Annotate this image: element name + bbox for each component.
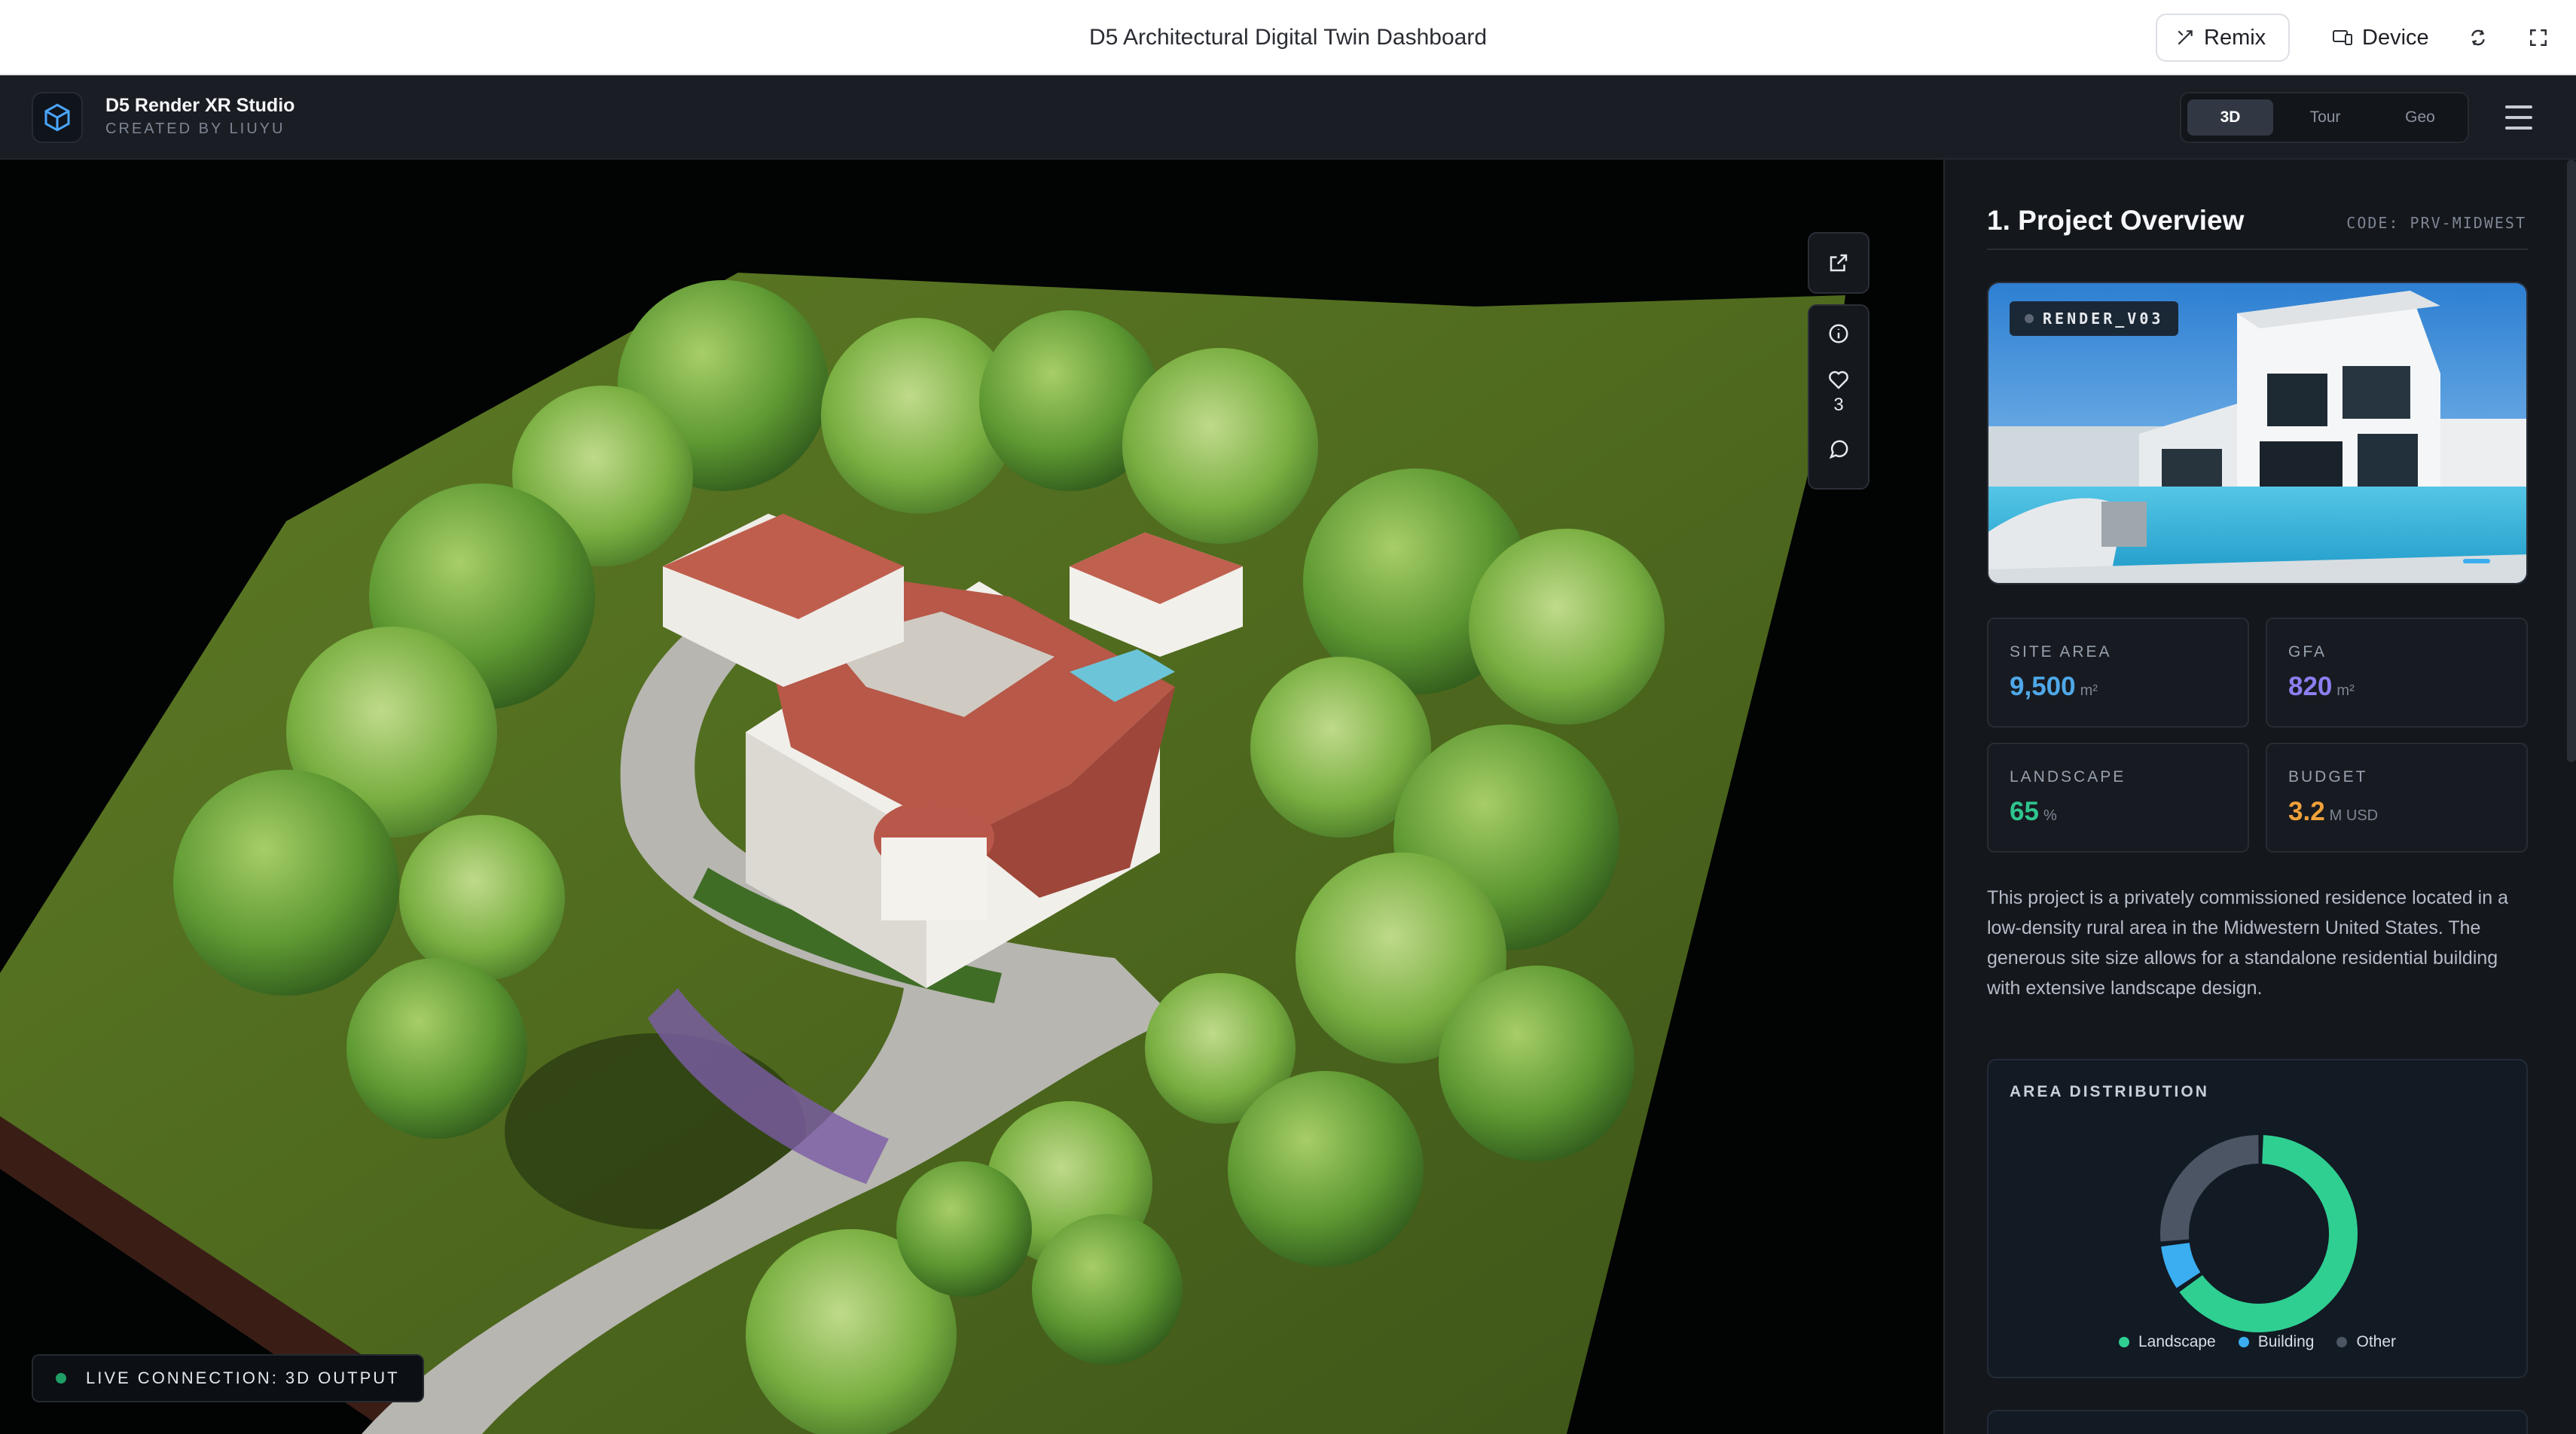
heart-icon[interactable] xyxy=(1827,369,1850,392)
remix-label: Remix xyxy=(2204,25,2266,50)
legend-dot xyxy=(2336,1337,2348,1347)
tab-geo[interactable]: Geo xyxy=(2377,99,2463,136)
stat-label: BUDGET xyxy=(2288,768,2368,786)
stat-number: 820 xyxy=(2288,672,2333,701)
share-icon xyxy=(1830,254,1848,272)
divider xyxy=(1987,249,2528,250)
expand-icon xyxy=(2530,29,2547,46)
refresh-icon xyxy=(2471,29,2485,46)
app-logo xyxy=(32,92,83,143)
area-donut-chart xyxy=(2160,1135,2358,1332)
stat-unit: m² xyxy=(2080,682,2098,699)
donut-slice-other xyxy=(2160,1135,2260,1242)
cube-icon xyxy=(44,103,70,132)
remix-button[interactable]: Remix xyxy=(2156,14,2290,62)
view-mode-switcher: 3D Tour Geo xyxy=(2180,92,2469,143)
project-code: CODE: PRV-MIDWEST xyxy=(2346,214,2526,232)
stat-site-area: SITE AREA 9,500 m² xyxy=(1987,618,2249,728)
area-distribution-card: AREA DISTRIBUTION Landscape Building Oth… xyxy=(1987,1059,2528,1378)
stat-unit: % xyxy=(2043,807,2057,824)
stat-number: 3.2 xyxy=(2288,797,2325,826)
badge-dot xyxy=(2025,314,2034,323)
stat-value: 65% xyxy=(2010,797,2057,827)
app-header: D5 Render XR Studio CREATED BY LIUYU 3D … xyxy=(0,75,2576,160)
stat-unit: m² xyxy=(2336,682,2355,699)
preview-topbar: D5 Architectural Digital Twin Dashboard … xyxy=(0,0,2576,75)
render-version-badge: RENDER_V03 xyxy=(2010,301,2179,336)
panel-scrollbar[interactable] xyxy=(2567,160,2576,762)
brand-name: D5 Render XR Studio xyxy=(105,95,295,116)
stat-label: SITE AREA xyxy=(2010,643,2112,661)
live-status-text: LIVE CONNECTION: 3D OUTPUT xyxy=(86,1368,400,1387)
render-preview[interactable]: RENDER_V03 xyxy=(1987,282,2528,584)
legend-dot xyxy=(2238,1337,2249,1347)
stat-label: GFA xyxy=(2288,643,2327,661)
tab-3d[interactable]: 3D xyxy=(2187,99,2273,136)
3d-viewport[interactable]: 3 LIVE CONNECTION: 3D OUTPUT xyxy=(0,160,1943,1434)
tab-tour[interactable]: Tour xyxy=(2282,99,2368,136)
stat-gfa: GFA 820 m² xyxy=(2266,618,2528,728)
interaction-stack: 3 xyxy=(1808,304,1869,490)
stat-value: 820 m² xyxy=(2288,672,2355,702)
like-count: 3 xyxy=(1833,395,1844,415)
estate-model-render xyxy=(0,273,1845,1434)
stat-number: 65 xyxy=(2010,797,2039,826)
menu-icon-bar xyxy=(2505,116,2532,119)
brand-subtitle: CREATED BY LIUYU xyxy=(105,121,285,137)
legend-item-building: Building xyxy=(2238,1333,2315,1351)
legend-label: Landscape xyxy=(2138,1333,2216,1350)
comment-icon[interactable] xyxy=(1827,438,1850,461)
legend-label: Other xyxy=(2356,1333,2397,1350)
legend-label: Building xyxy=(2257,1333,2315,1350)
menu-icon-bar xyxy=(2505,105,2532,108)
fullscreen-button[interactable] xyxy=(2514,14,2562,62)
donut-slice-building xyxy=(2161,1242,2201,1289)
legend-dot xyxy=(2118,1337,2129,1347)
legend-item-landscape: Landscape xyxy=(2118,1333,2216,1351)
project-panel[interactable]: 1. Project Overview CODE: PRV-MIDWEST RE… xyxy=(1943,160,2576,1434)
device-label: Device xyxy=(2362,25,2429,50)
stat-value: 3.2 M USD xyxy=(2288,797,2378,827)
app-root: D5 Architectural Digital Twin Dashboard … xyxy=(0,0,2576,1434)
next-section-card xyxy=(1987,1410,2528,1434)
stat-value: 9,500 m² xyxy=(2010,672,2098,702)
panel-title: 1. Project Overview xyxy=(1987,205,2245,236)
legend-item-other: Other xyxy=(2336,1333,2396,1351)
menu-button[interactable] xyxy=(2502,101,2535,134)
refresh-button[interactable] xyxy=(2454,14,2502,62)
stat-budget: BUDGET 3.2 M USD xyxy=(2266,743,2528,853)
stat-number: 9,500 xyxy=(2010,672,2076,701)
info-icon[interactable] xyxy=(1827,322,1850,345)
live-connection-status: LIVE CONNECTION: 3D OUTPUT xyxy=(32,1354,424,1402)
project-description: This project is a privately commissioned… xyxy=(1987,887,2508,999)
menu-icon-bar xyxy=(2505,127,2532,130)
device-icon xyxy=(2333,30,2352,45)
share-button[interactable] xyxy=(1808,232,1869,294)
remix-icon xyxy=(2178,30,2193,45)
status-dot xyxy=(56,1373,66,1384)
chart-legend: Landscape Building Other xyxy=(1988,1333,2526,1351)
stat-label: LANDSCAPE xyxy=(2010,768,2126,786)
viewport-toolbar: 3 xyxy=(1808,232,1869,490)
render-version-label: RENDER_V03 xyxy=(2043,310,2164,328)
stat-unit: M USD xyxy=(2329,807,2379,824)
stat-landscape: LANDSCAPE 65% xyxy=(1987,743,2249,853)
